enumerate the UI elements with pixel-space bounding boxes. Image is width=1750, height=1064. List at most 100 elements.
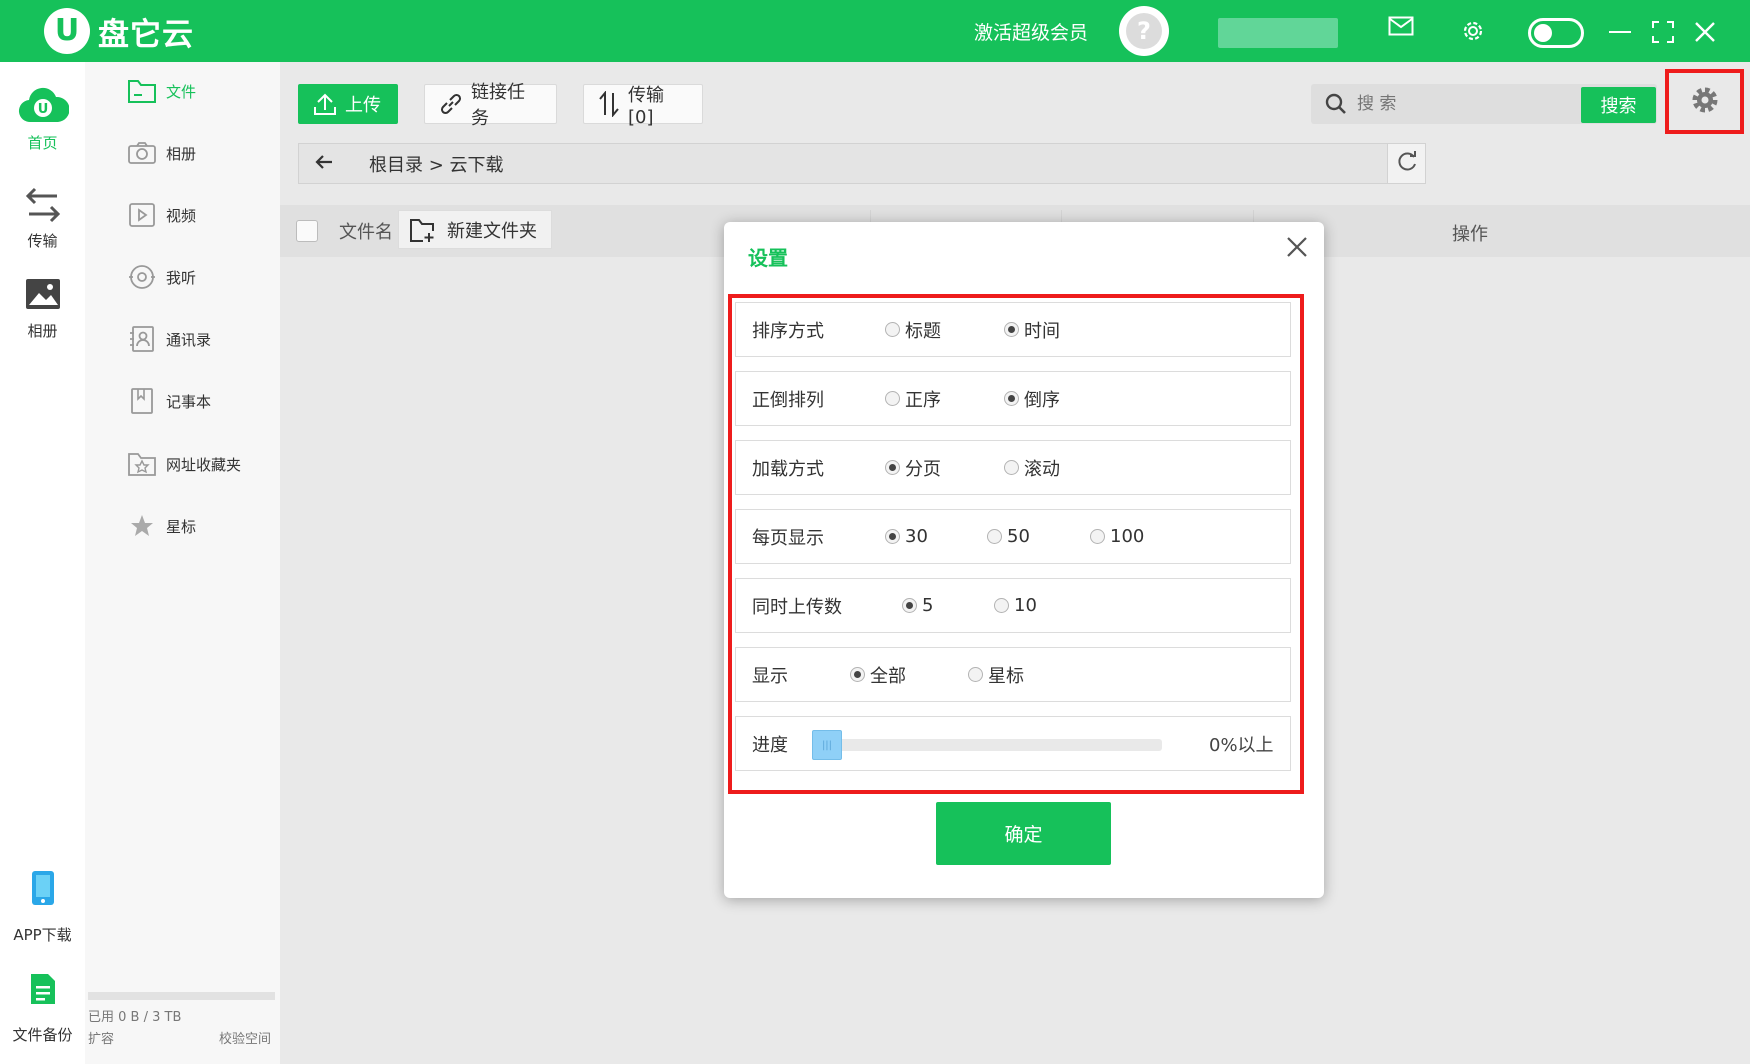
radio-label: 标题: [905, 320, 941, 342]
progress-slider-track[interactable]: [814, 739, 1162, 751]
dialog-close-button[interactable]: [1282, 234, 1312, 264]
subnav-item-video[interactable]: 视频: [127, 201, 196, 229]
arrow-left-icon: [315, 154, 333, 173]
search-input[interactable]: [1357, 94, 1567, 114]
minimize-icon[interactable]: [1609, 30, 1631, 34]
rail-item-app-download[interactable]: APP下载: [0, 870, 85, 945]
radio-option[interactable]: 分页: [885, 455, 941, 481]
rail-backup-label: 文件备份: [12, 1026, 73, 1044]
gear-icon[interactable]: [1460, 18, 1486, 44]
close-icon: [1286, 236, 1308, 262]
new-folder-button[interactable]: 新建文件夹: [398, 210, 552, 249]
radio-button[interactable]: [885, 391, 900, 406]
cloud-icon: U: [0, 86, 85, 126]
radio-option[interactable]: 星标: [968, 662, 1024, 688]
radio-button[interactable]: [994, 598, 1009, 613]
expand-storage-link[interactable]: 扩容: [88, 1028, 114, 1047]
bookmark-folder-icon: [127, 450, 157, 478]
radio-label: 星标: [988, 665, 1024, 687]
upload-button[interactable]: 上传: [298, 84, 398, 124]
transfer-arrows-icon: [0, 186, 85, 226]
subnav-item-contacts[interactable]: 通讯录: [127, 325, 211, 353]
file-category-nav: 文件 相册 视频 我听 通讯录 记事本 网址收藏夹 星标: [85, 62, 280, 1064]
refresh-button[interactable]: [1387, 144, 1425, 183]
breadcrumb-path[interactable]: 根目录 > 云下载: [369, 151, 504, 177]
mode-toggle[interactable]: [1528, 18, 1584, 48]
setting-row-page-size: 每页显示 30 50 100: [735, 509, 1291, 564]
link-icon: [439, 92, 463, 116]
subnav-album-label: 相册: [166, 144, 197, 163]
mail-icon[interactable]: [1388, 16, 1414, 36]
activate-vip-link[interactable]: 激活超级会员: [974, 18, 1088, 45]
subnav-item-bookmarks[interactable]: 网址收藏夹: [127, 450, 241, 478]
radio-button[interactable]: [987, 529, 1002, 544]
link-task-button[interactable]: 链接任务: [424, 82, 557, 129]
rail-item-backup[interactable]: 文件备份: [0, 972, 85, 1045]
radio-option[interactable]: 5: [902, 595, 933, 616]
radio-option[interactable]: 50: [987, 526, 1030, 547]
document-backup-icon: [0, 972, 85, 1006]
setting-label: 显示: [752, 665, 788, 687]
subnav-notes-label: 记事本: [166, 392, 212, 411]
avatar[interactable]: ?: [1119, 6, 1169, 56]
back-button[interactable]: [299, 144, 349, 183]
radio-button[interactable]: [968, 667, 983, 682]
radio-button[interactable]: [902, 598, 917, 613]
radio-option[interactable]: 10: [994, 595, 1037, 616]
subnav-item-listen[interactable]: 我听: [127, 263, 196, 291]
setting-label: 正倒排列: [752, 389, 824, 411]
close-icon[interactable]: [1694, 21, 1716, 43]
maximize-icon[interactable]: [1652, 21, 1674, 43]
search-icon: [1325, 93, 1347, 115]
radio-option[interactable]: 时间: [1004, 317, 1060, 343]
subnav-bookmarks-label: 网址收藏夹: [166, 455, 242, 474]
radio-option[interactable]: 倒序: [1004, 386, 1060, 412]
progress-slider-handle[interactable]: |||: [812, 730, 842, 760]
transfer-button[interactable]: 传输[0]: [583, 84, 703, 128]
subnav-item-notes[interactable]: 记事本: [127, 387, 211, 415]
setting-label: 进度: [752, 734, 788, 756]
progress-value: 0%以上: [1209, 734, 1274, 756]
rail-item-home[interactable]: U 首页: [0, 86, 85, 153]
radio-button[interactable]: [885, 460, 900, 475]
subnav-item-album[interactable]: 相册: [127, 139, 196, 167]
setting-row-loading: 加载方式 分页 滚动: [735, 440, 1291, 495]
search-button[interactable]: 搜索: [1581, 87, 1656, 123]
radio-button[interactable]: [1004, 322, 1019, 337]
folder-icon: [127, 77, 157, 105]
radio-button[interactable]: [885, 322, 900, 337]
music-disc-icon: [127, 263, 157, 291]
radio-option[interactable]: 100: [1090, 526, 1144, 547]
link-task-label: 链接任务: [471, 82, 525, 129]
rail-item-album[interactable]: 相册: [0, 278, 85, 341]
column-header-filename[interactable]: 文件名: [339, 218, 393, 244]
radio-option[interactable]: 正序: [885, 386, 941, 412]
radio-option[interactable]: 标题: [885, 317, 941, 343]
rail-item-transfer[interactable]: 传输: [0, 186, 85, 251]
radio-button[interactable]: [850, 667, 865, 682]
subnav-item-files[interactable]: 文件: [127, 77, 196, 105]
setting-row-display: 显示 全部 星标: [735, 647, 1291, 702]
confirm-button[interactable]: 确定: [936, 802, 1111, 865]
rail-album-label: 相册: [27, 322, 58, 340]
subnav-item-starred[interactable]: 星标: [127, 512, 196, 540]
verify-space-link[interactable]: 校验空间: [219, 1028, 271, 1047]
radio-option[interactable]: 30: [885, 526, 928, 547]
radio-option[interactable]: 全部: [850, 662, 906, 688]
contacts-icon: [127, 325, 157, 353]
radio-button[interactable]: [1004, 391, 1019, 406]
settings-button[interactable]: [1665, 69, 1744, 134]
left-rail: U 首页 传输 相册 APP下载 文件备份: [0, 62, 85, 1064]
setting-label: 同时上传数: [752, 596, 842, 618]
radio-option[interactable]: 滚动: [1004, 455, 1060, 481]
setting-row-sort: 排序方式 标题 时间: [735, 302, 1291, 357]
subnav-listen-label: 我听: [166, 268, 197, 287]
upload-label: 上传: [345, 95, 381, 116]
radio-button[interactable]: [1090, 529, 1105, 544]
username-blurred: [1218, 18, 1338, 48]
radio-button[interactable]: [1004, 460, 1019, 475]
radio-button[interactable]: [885, 529, 900, 544]
dialog-title: 设置: [748, 246, 788, 270]
setting-row-order: 正倒排列 正序 倒序: [735, 371, 1291, 426]
select-all-checkbox[interactable]: [296, 220, 318, 242]
